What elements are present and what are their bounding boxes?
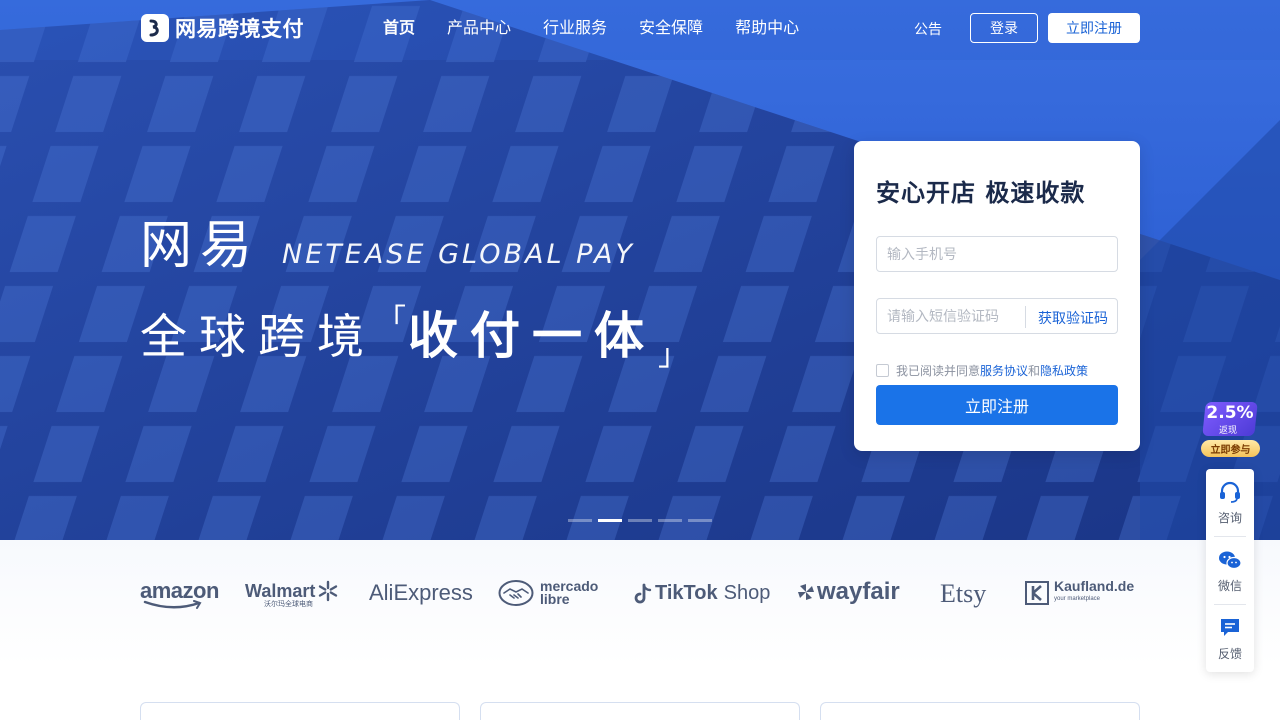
carousel-dot[interactable] (658, 519, 682, 522)
walmart-subtitle: 沃尔玛全球电商 (264, 601, 313, 608)
carousel-dot[interactable] (628, 519, 652, 522)
get-code-button[interactable]: 获取验证码 (1038, 308, 1108, 328)
login-button[interactable]: 登录 (970, 13, 1038, 43)
partner-etsy: Etsy (940, 579, 986, 609)
agreement-row: 我已阅读并同意 服务协议 和 隐私政策 (876, 362, 1088, 379)
service-agreement-link[interactable]: 服务协议 (980, 362, 1028, 379)
wechat-icon (1219, 551, 1242, 570)
consult-button[interactable]: 咨询 (1206, 479, 1254, 541)
partners-section (0, 540, 1280, 720)
feedback-button[interactable]: 反馈 (1206, 615, 1254, 677)
kaufland-subtitle: your marketplace (1054, 596, 1101, 602)
sms-code-input[interactable]: 请输入短信验证码 获取验证码 (876, 298, 1118, 334)
register-submit-button[interactable]: 立即注册 (876, 385, 1118, 425)
agree-prefix: 我已阅读并同意 (896, 364, 981, 378)
register-top-button[interactable]: 立即注册 (1048, 13, 1140, 43)
kaufland-k-icon (1025, 581, 1049, 605)
tiktok-note-icon (634, 583, 652, 603)
kaufland-logo-text: Kaufland.de (1054, 578, 1135, 594)
nav-home[interactable]: 首页 (383, 18, 415, 38)
side-divider (1214, 604, 1246, 605)
phone-input[interactable]: 输入手机号 (876, 236, 1118, 272)
notice-link[interactable]: 公告 (914, 19, 942, 39)
wayfair-pinwheel-icon (798, 584, 814, 600)
feedback-label: 反馈 (1217, 647, 1242, 661)
carousel-dot[interactable] (568, 519, 592, 522)
nav-products[interactable]: 产品中心 (447, 18, 511, 38)
sms-code-placeholder: 请输入短信验证码 (887, 309, 999, 325)
main-nav: 首页 产品中心 行业服务 安全保障 帮助中心 (383, 18, 831, 38)
hero-brand-en: NETEASE GLOBAL PAY (282, 239, 635, 270)
nav-help[interactable]: 帮助中心 (735, 18, 799, 38)
partner-wayfair: wayfair (797, 578, 900, 606)
aliexpress-logo-text: AliExpress (369, 580, 473, 605)
brand-logo[interactable]: 网易跨境支付 (141, 14, 304, 42)
phone-placeholder: 输入手机号 (887, 247, 957, 263)
hero-bracket-left: 「 (376, 303, 406, 338)
feature-card[interactable] (480, 702, 800, 720)
walmart-spark-icon (319, 580, 338, 602)
partner-aliexpress: AliExpress (369, 580, 473, 606)
privacy-policy-link[interactable]: 隐私政策 (1040, 362, 1088, 379)
partner-walmart: Walmart 沃尔玛全球电商 (245, 580, 339, 608)
side-divider (1214, 536, 1246, 537)
kaufland-text: Kaufland.de your marketplace (1054, 578, 1135, 606)
cashback-promo[interactable]: 2.5% 返现 立即参与 (1199, 398, 1263, 460)
hero-slogan-part-a: 全球跨境 (140, 309, 376, 365)
tiktok-logo-text: TikTok (655, 582, 718, 604)
partner-kaufland: Kaufland.de your marketplace (1025, 578, 1135, 606)
netease-logo-icon (141, 14, 169, 42)
handshake-icon (498, 580, 534, 606)
nav-industry[interactable]: 行业服务 (543, 18, 607, 38)
carousel-dot[interactable] (688, 519, 712, 522)
feature-card[interactable] (140, 702, 460, 720)
feedback-icon (1221, 619, 1239, 636)
wayfair-logo-text: wayfair (817, 578, 900, 605)
code-divider (1025, 306, 1026, 328)
side-tools-panel: 咨询 微信 反馈 (1206, 469, 1254, 672)
carousel-indicators (568, 519, 718, 522)
consult-label: 咨询 (1217, 511, 1242, 525)
tiktok-shop-text: Shop (723, 582, 771, 604)
wechat-button[interactable]: 微信 (1206, 547, 1254, 609)
partner-mercadolibre: mercado libre (498, 579, 598, 607)
headset-icon (1220, 481, 1240, 503)
partner-tiktok-shop: TikTok Shop (634, 582, 770, 605)
brand-name: 网易跨境支付 (175, 17, 304, 41)
register-card: 安心开店 极速收款 输入手机号 请输入短信验证码 获取验证码 我已阅读并同意 服… (854, 141, 1140, 451)
partner-amazon: amazon (140, 578, 219, 609)
hero-brand-cn: 网易 (140, 216, 261, 276)
register-card-title: 安心开店 极速收款 (876, 179, 1086, 207)
agree-and: 和 (1028, 364, 1041, 378)
top-header: 网易跨境支付 首页 产品中心 行业服务 安全保障 帮助中心 公告 登录 立即注册 (0, 0, 1280, 56)
etsy-logo-text: Etsy (940, 579, 987, 608)
mercado-line2: libre (540, 591, 570, 607)
promo-subtitle: 返现 (1219, 426, 1238, 436)
feature-card[interactable] (820, 702, 1140, 720)
wechat-label: 微信 (1217, 579, 1242, 593)
hero-brand: 网易 NETEASE GLOBAL PAY (140, 203, 635, 278)
nav-security[interactable]: 安全保障 (639, 18, 703, 38)
hero-slogan-part-b: 收付一体 (408, 307, 656, 365)
hero-slogan: 全球跨境 「 收付一体 」 (140, 290, 688, 374)
hero-banner: 网易跨境支付 首页 产品中心 行业服务 安全保障 帮助中心 公告 登录 立即注册… (0, 0, 1280, 540)
carousel-dot-active[interactable] (598, 519, 622, 522)
mercado-text: mercado libre (540, 579, 598, 607)
promo-rate: 2.5% (1206, 403, 1254, 423)
amazon-smile-icon (143, 600, 202, 609)
agree-checkbox[interactable] (876, 364, 889, 377)
hero-bracket-right: 」 (658, 338, 688, 373)
promo-join-button[interactable]: 立即参与 (1201, 440, 1260, 457)
